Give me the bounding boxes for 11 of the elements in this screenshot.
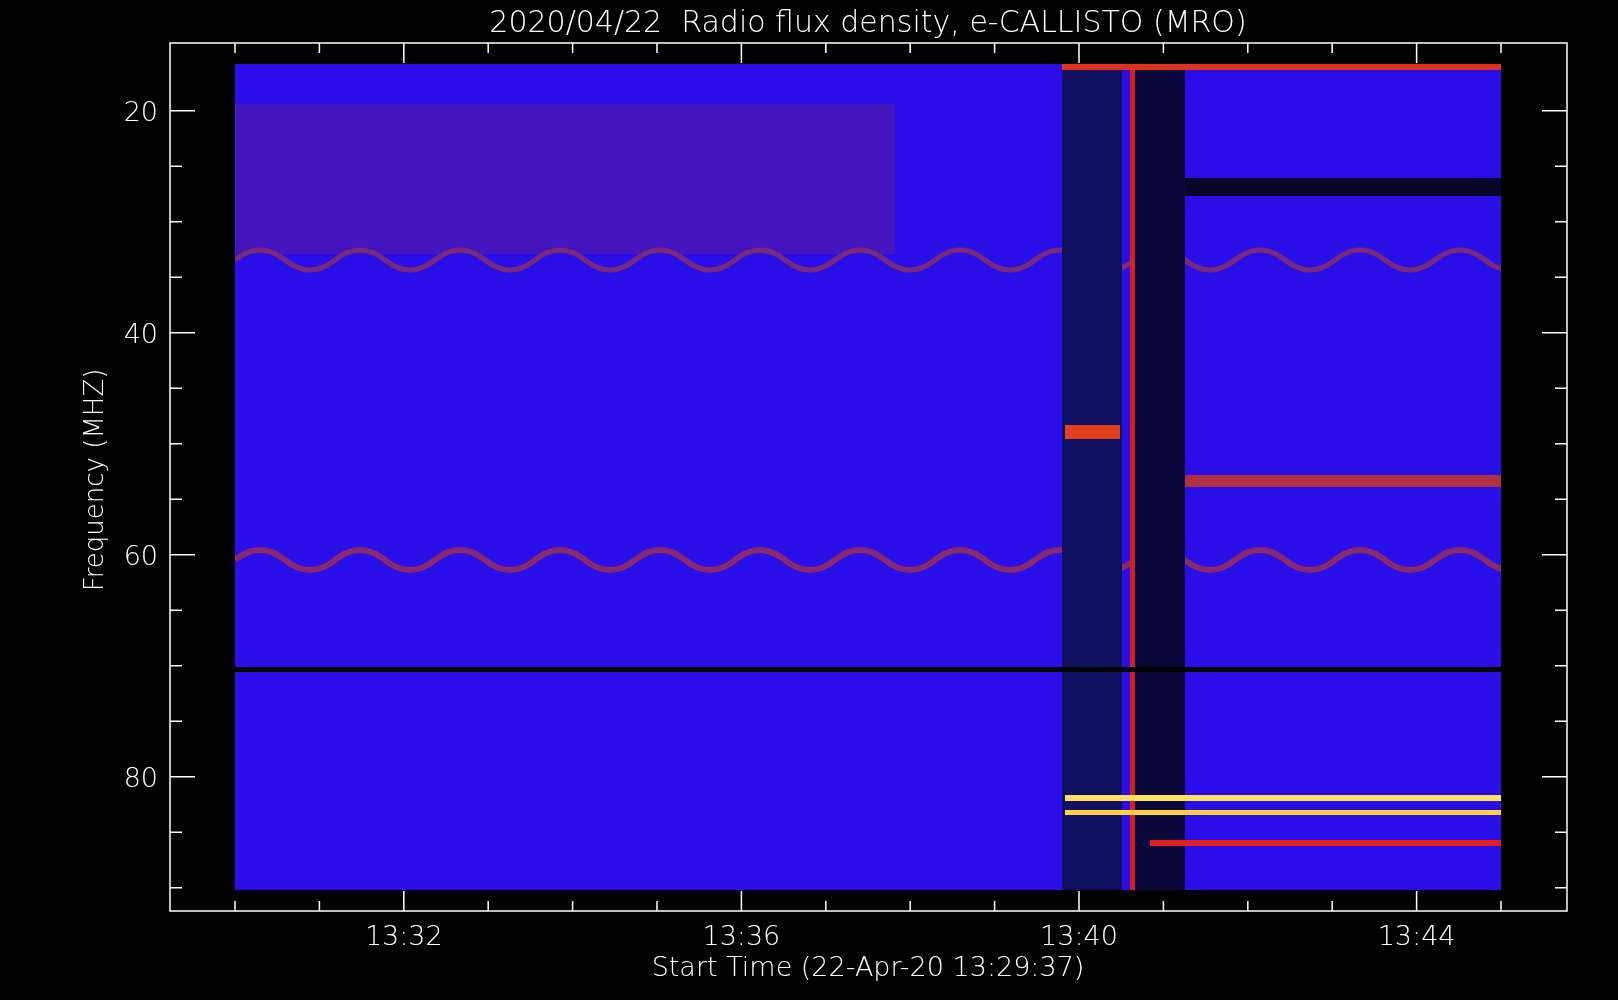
axis-label: Frequency (MHZ) <box>79 368 109 592</box>
axis-tick-label: 13:40 <box>1040 920 1118 951</box>
axis-tick-label: 80 <box>123 761 158 793</box>
axis-tick-label: 13:36 <box>702 920 781 951</box>
axis-tick-label: 13:32 <box>364 920 443 951</box>
axis-tick-label: 40 <box>123 317 158 349</box>
axis-tick-label: 60 <box>123 539 158 571</box>
axis-label: Start Time (22-Apr-20 13:29:37) <box>651 951 1085 982</box>
axis-tick-label: 13:44 <box>1377 920 1456 951</box>
axis-tick-label: 20 <box>123 95 158 127</box>
chart-title: 2020/04/22 Radio flux density, e-CALLISTO (MRO) <box>489 4 1247 39</box>
